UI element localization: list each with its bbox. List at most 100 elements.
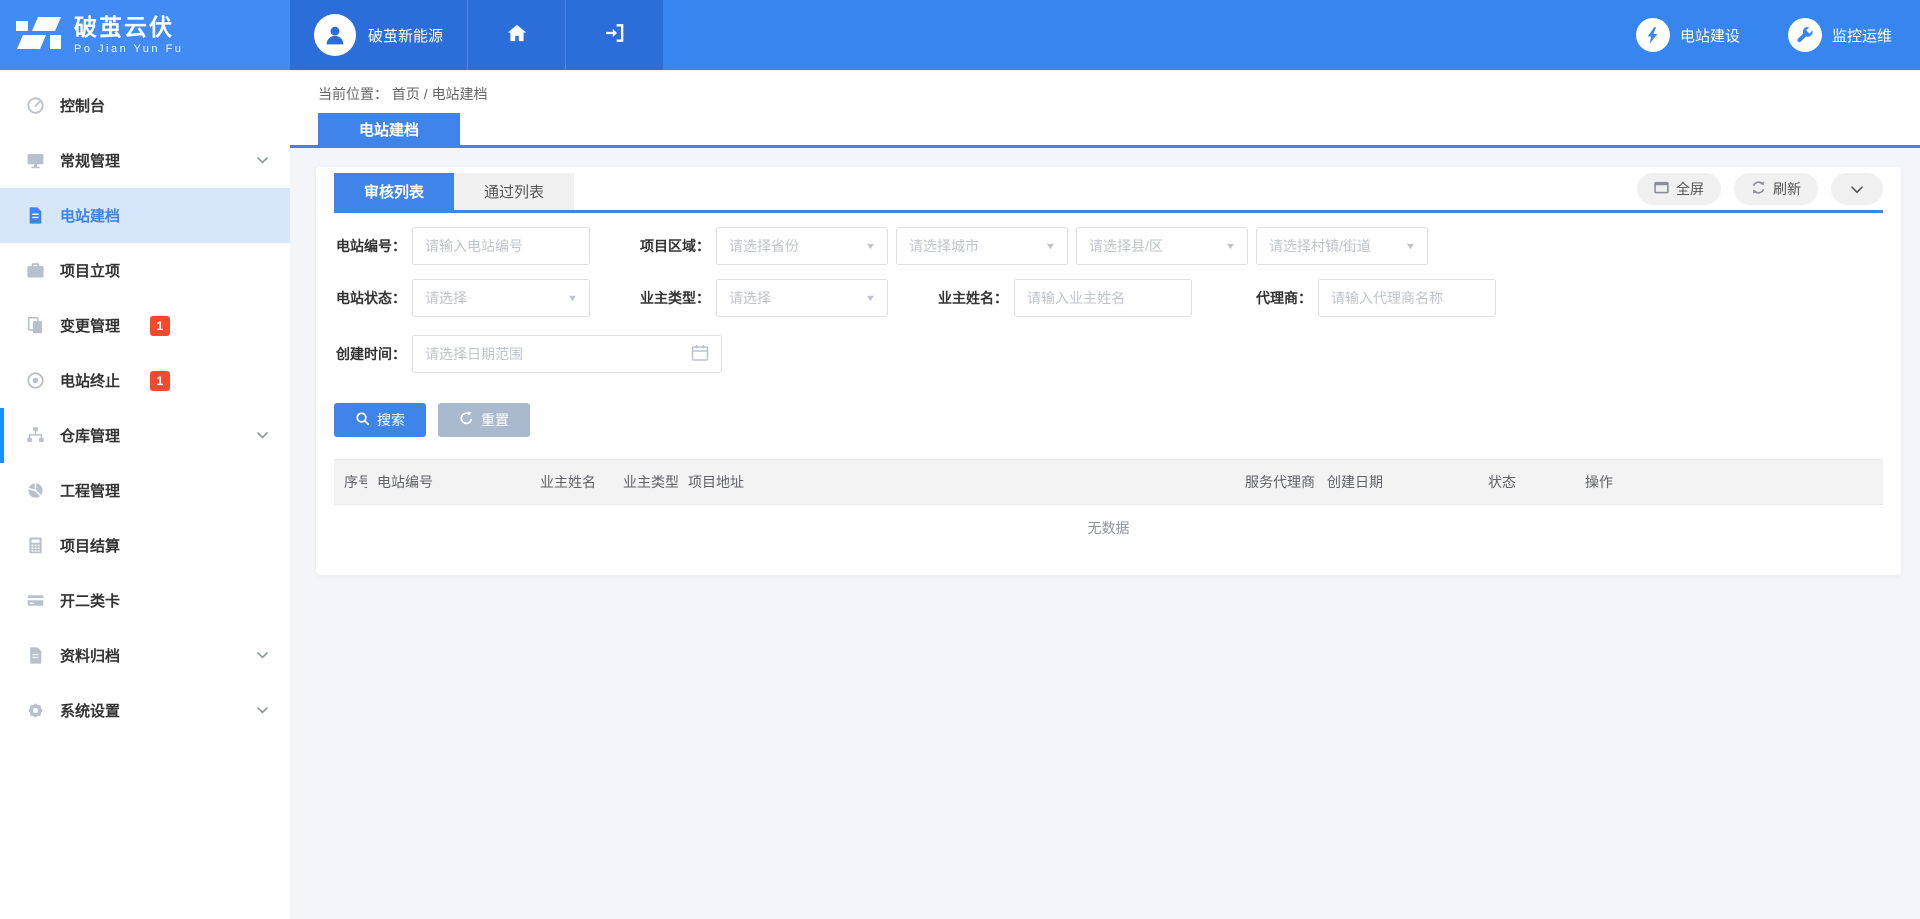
monitor-icon	[25, 151, 45, 170]
home-icon	[506, 23, 528, 48]
sidebar-item-data-archive[interactable]: 资料归档	[0, 628, 290, 683]
empty-row: 无数据	[334, 505, 1883, 551]
col-create-date: 创建日期	[1317, 460, 1478, 505]
agent-input[interactable]	[1318, 279, 1496, 317]
results-table: 序号 电站编号 业主姓名 业主类型 项目地址 服务代理商 创建日期 状态 操作	[334, 459, 1883, 551]
sidebar-item-open-card[interactable]: 开二类卡	[0, 573, 290, 628]
refresh-button[interactable]: 刷新	[1734, 173, 1818, 205]
agent-label: 代理商：	[1240, 288, 1312, 308]
sidebar-item-label: 电站终止	[60, 370, 120, 391]
bank-card-icon	[25, 591, 45, 610]
col-owner-name: 业主姓名	[530, 460, 613, 505]
owner-type-label: 业主类型：	[638, 288, 710, 308]
city-select[interactable]: 请选择城市▼	[896, 227, 1068, 265]
col-status: 状态	[1478, 460, 1575, 505]
breadcrumb-prefix: 当前位置：	[318, 86, 388, 102]
gear-icon	[25, 701, 45, 720]
filter-row-1: 电站编号： 项目区域： 请选择省份▼ 请选择城市▼ 请选择县/区▼	[334, 227, 1883, 265]
station-archive-panel: 审核列表 通过列表 全屏	[316, 167, 1901, 575]
module-station-build[interactable]: 电站建设	[1636, 18, 1740, 52]
sidebar-item-station-archive[interactable]: 电站建档	[0, 188, 290, 243]
page-tab-station-archive[interactable]: 电站建档	[318, 113, 460, 145]
station-status-select[interactable]: 请选择▼	[412, 279, 590, 317]
sign-in-icon	[604, 23, 626, 48]
sidebar-item-label: 开二类卡	[60, 590, 120, 611]
search-button[interactable]: 搜索	[334, 403, 426, 437]
station-no-input[interactable]	[412, 227, 590, 265]
module-label: 电站建设	[1680, 25, 1740, 46]
briefcase-icon	[25, 261, 45, 280]
sidebar-item-station-terminate[interactable]: 电站终止 1	[0, 353, 290, 408]
header-modules: 电站建设 监控运维	[1636, 0, 1920, 70]
sidebar-item-project-initiation[interactable]: 项目立项	[0, 243, 290, 298]
sidebar-item-project-settlement[interactable]: 项目结算	[0, 518, 290, 573]
brand-logo: 破茧云伏 Po Jian Yun Fu	[0, 0, 290, 70]
fullscreen-button[interactable]: 全屏	[1637, 173, 1721, 205]
create-time-label: 创建时间：	[334, 344, 406, 364]
chevron-down-icon	[257, 707, 268, 714]
owner-type-select[interactable]: 请选择▼	[716, 279, 888, 317]
breadcrumb-current: 电站建档	[432, 86, 488, 102]
collapse-button[interactable]	[1831, 173, 1883, 205]
lightning-icon	[1636, 18, 1670, 52]
caret-down-icon: ▼	[1225, 241, 1237, 251]
sidebar-nav: 控制台 常规管理 电站建档 项	[0, 70, 290, 919]
reset-button[interactable]: 重置	[438, 403, 530, 437]
user-name: 破茧新能源	[368, 25, 443, 46]
chevron-down-icon	[257, 432, 268, 439]
user-menu[interactable]: 破茧新能源	[290, 0, 467, 70]
content-area: 审核列表 通过列表 全屏	[290, 148, 1920, 919]
sidebar-item-warehouse-mgmt[interactable]: 仓库管理	[0, 408, 290, 463]
sidebar-item-engineering-mgmt[interactable]: 工程管理	[0, 463, 290, 518]
calendar-icon	[691, 344, 709, 365]
caret-down-icon: ▼	[1405, 241, 1417, 251]
caret-down-icon: ▼	[865, 293, 877, 303]
calculator-icon	[25, 536, 45, 555]
tab-review-list[interactable]: 审核列表	[334, 173, 454, 210]
notification-badge: 1	[150, 371, 170, 391]
filter-actions: 搜索 重置	[334, 403, 1883, 437]
sidebar-item-label: 项目结算	[60, 535, 120, 556]
home-button[interactable]	[467, 0, 565, 70]
breadcrumb-home-link[interactable]: 首页	[392, 86, 420, 102]
active-indicator-bar	[0, 408, 4, 463]
logout-button[interactable]	[565, 0, 663, 70]
search-icon	[355, 411, 370, 429]
sidebar-item-label: 项目立项	[60, 260, 120, 281]
notification-badge: 1	[150, 316, 170, 336]
sidebar-item-system-settings[interactable]: 系统设置	[0, 683, 290, 738]
dashboard-icon	[25, 96, 45, 115]
sidebar-item-label: 电站建档	[60, 205, 120, 226]
breadcrumb-bar: 当前位置： 首页 / 电站建档 电站建档	[290, 70, 1920, 148]
caret-down-icon: ▼	[567, 293, 579, 303]
region-label: 项目区域：	[638, 236, 710, 256]
town-select[interactable]: 请选择村镇/街道▼	[1256, 227, 1428, 265]
col-index: 序号	[334, 460, 367, 505]
sidebar-item-label: 工程管理	[60, 480, 120, 501]
sidebar-item-label: 变更管理	[60, 315, 120, 336]
province-select[interactable]: 请选择省份▼	[716, 227, 888, 265]
sidebar-item-label: 资料归档	[60, 645, 120, 666]
col-station-no: 电站编号	[367, 460, 530, 505]
col-actions: 操作	[1575, 460, 1883, 505]
station-no-label: 电站编号：	[334, 236, 406, 256]
refresh-icon	[1751, 180, 1766, 198]
sidebar-item-dashboard[interactable]: 控制台	[0, 78, 290, 133]
sidebar-item-label: 系统设置	[60, 700, 120, 721]
module-monitor-ops[interactable]: 监控运维	[1788, 18, 1892, 52]
chevron-down-icon	[257, 652, 268, 659]
panel-tab-bar: 审核列表 通过列表 全屏	[334, 173, 1883, 213]
copy-icon	[25, 316, 45, 335]
district-select[interactable]: 请选择县/区▼	[1076, 227, 1248, 265]
logo-mark-icon	[16, 16, 62, 55]
archive-icon	[25, 646, 45, 665]
sidebar-item-general-mgmt[interactable]: 常规管理	[0, 133, 290, 188]
table-header-row: 序号 电站编号 业主姓名 业主类型 项目地址 服务代理商 创建日期 状态 操作	[334, 460, 1883, 505]
sidebar-item-change-mgmt[interactable]: 变更管理 1	[0, 298, 290, 353]
tab-approved-list[interactable]: 通过列表	[454, 173, 574, 210]
app-root: 破茧云伏 Po Jian Yun Fu 破茧新能源	[0, 0, 1920, 919]
module-label: 监控运维	[1832, 25, 1892, 46]
date-range-input[interactable]: 请选择日期范围	[412, 335, 722, 373]
owner-name-input[interactable]	[1014, 279, 1192, 317]
sidebar-item-label: 仓库管理	[60, 425, 120, 446]
